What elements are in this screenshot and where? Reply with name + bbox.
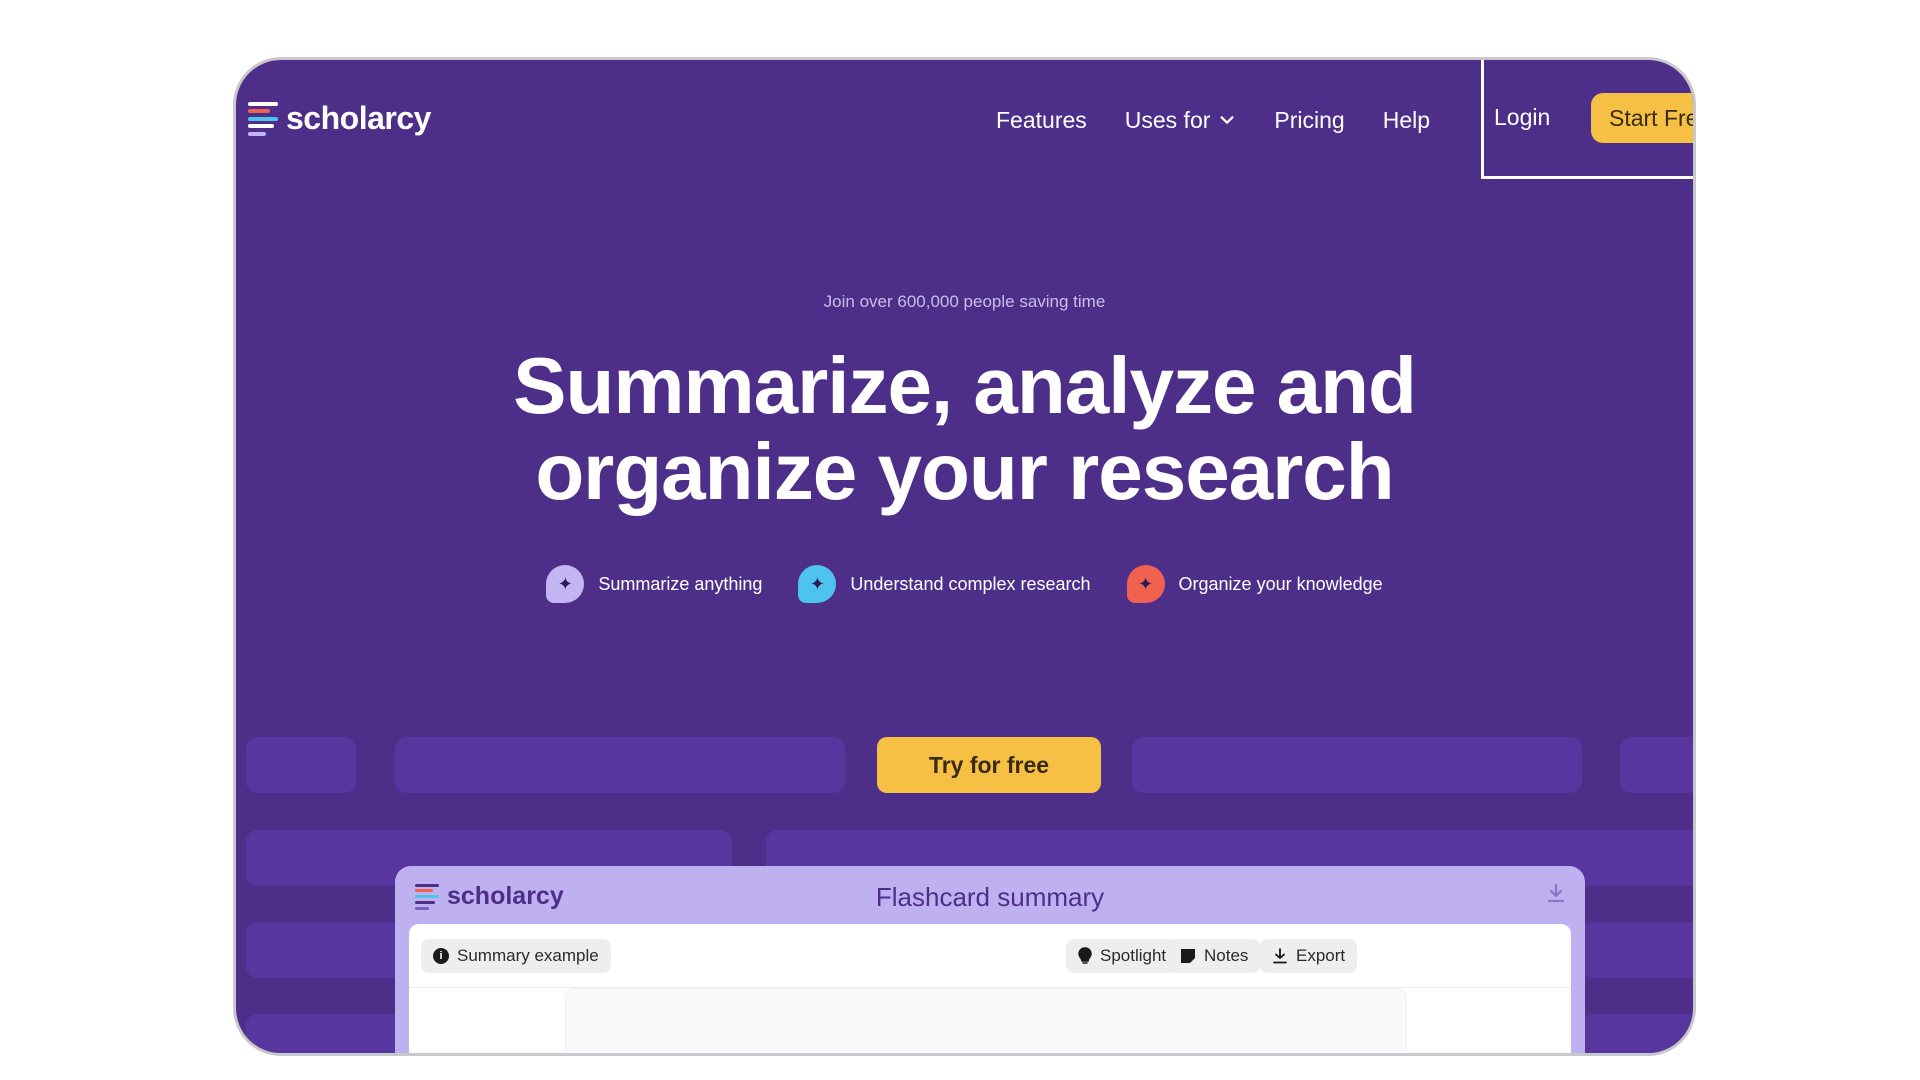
card-title: Flashcard summary [875,882,1105,912]
feature-organize: ✦ Organize your knowledge [1126,565,1383,603]
download-icon [1273,948,1287,964]
flashcard-preview: scholarcy Flashcard summary i Summary ex… [395,866,1585,1053]
decor-pill [1132,737,1582,793]
decor-pill [395,737,845,793]
feature-summarize: ✦ Summarize anything [546,565,762,603]
export-button[interactable]: Export [1260,939,1358,973]
lightbulb-icon [1078,947,1092,964]
sparkle-icon: ✦ [546,565,585,603]
chip-label: Summary example [457,946,599,965]
decor-pill [246,737,356,793]
start-free-button[interactable]: Start Fre [1591,93,1693,143]
main-nav: Features Uses for Pricing Help [996,100,1468,140]
spotlight-button[interactable]: Spotlight [1066,939,1179,973]
feature-understand: ✦ Understand complex research [798,565,1091,603]
nav-pricing[interactable]: Pricing [1274,107,1344,134]
logo-icon [248,101,280,136]
decor-pill [246,922,406,978]
info-icon: i [433,948,449,964]
decor-pill [1620,737,1693,793]
login-link[interactable]: Login [1494,104,1550,131]
nav-help[interactable]: Help [1383,107,1430,134]
hero-tagline: Join over 600,000 people saving time [823,292,1106,311]
notes-button[interactable]: Notes [1168,939,1261,973]
card-toolbar: i Summary example Spotlight Notes Export [409,924,1571,988]
note-icon [1181,949,1195,963]
nav-uses-for[interactable]: Uses for [1125,107,1237,134]
sparkle-icon: ✦ [798,565,837,603]
notes-label: Notes [1204,946,1249,965]
feature-label: Summarize anything [598,573,763,594]
decor-pill [246,1014,406,1053]
browser-frame: scholarcy Features Uses for Pricing Help… [233,57,1696,1056]
spotlight-label: Spotlight [1100,946,1167,965]
decor-pill [1581,922,1693,978]
feature-label: Understand complex research [850,573,1091,594]
download-icon[interactable] [1545,882,1567,910]
logo[interactable]: scholarcy [248,100,431,137]
card-body [565,988,1407,1053]
headline-line-1: Summarize, analyze and [513,341,1417,430]
logo-text: scholarcy [286,100,431,136]
feature-label: Organize your knowledge [1178,573,1383,594]
nav-uses-for-label: Uses for [1124,106,1211,133]
card-content: i Summary example Spotlight Notes Export [409,924,1571,1053]
export-label: Export [1296,946,1346,965]
summary-example-chip[interactable]: i Summary example [421,939,611,973]
chevron-down-icon [1220,116,1234,124]
decor-pill [1581,1014,1693,1053]
sparkle-icon: ✦ [1126,565,1165,603]
feature-list: ✦ Summarize anything ✦ Understand comple… [236,565,1693,603]
hero-headline: Summarize, analyze and organize your res… [236,343,1693,515]
nav-features[interactable]: Features [996,107,1087,134]
headline-line-2: organize your research [535,427,1394,516]
try-for-free-button[interactable]: Try for free [877,737,1101,793]
